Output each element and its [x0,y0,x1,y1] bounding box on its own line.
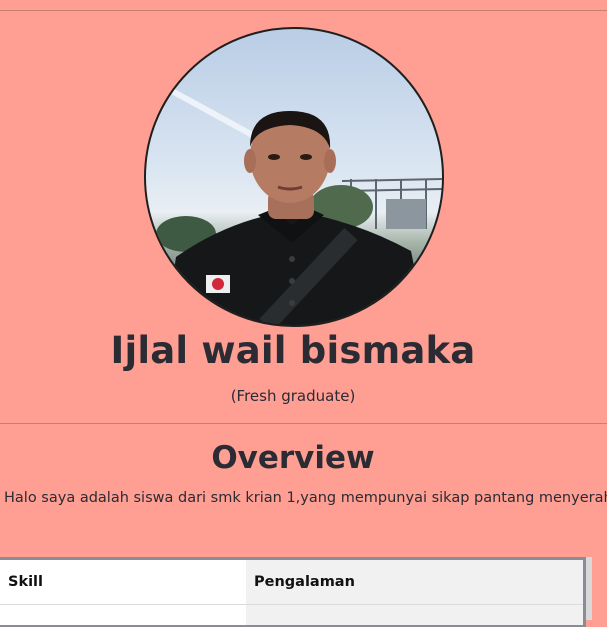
profile-name: Ijlal wail bismaka [110,329,476,372]
table-header-skill: Skill [0,560,246,605]
table-header-experience: Pengalaman [246,560,583,605]
overview-text: Halo saya adalah siswa dari smk krian 1,… [4,490,607,506]
table-cell [246,604,583,625]
table-cell [0,604,246,625]
profile-photo-illustration [156,88,442,325]
skills-table: Skill Pengalaman [0,557,586,627]
table-header-row: Skill Pengalaman [0,560,583,605]
profile-photo [144,27,444,327]
section-divider [0,423,607,424]
table-row [0,604,583,625]
top-divider [0,10,607,11]
overview-title: Overview [211,440,375,476]
profile-subtitle: (Fresh graduate) [230,387,356,405]
scrollbar-track[interactable] [586,557,592,620]
